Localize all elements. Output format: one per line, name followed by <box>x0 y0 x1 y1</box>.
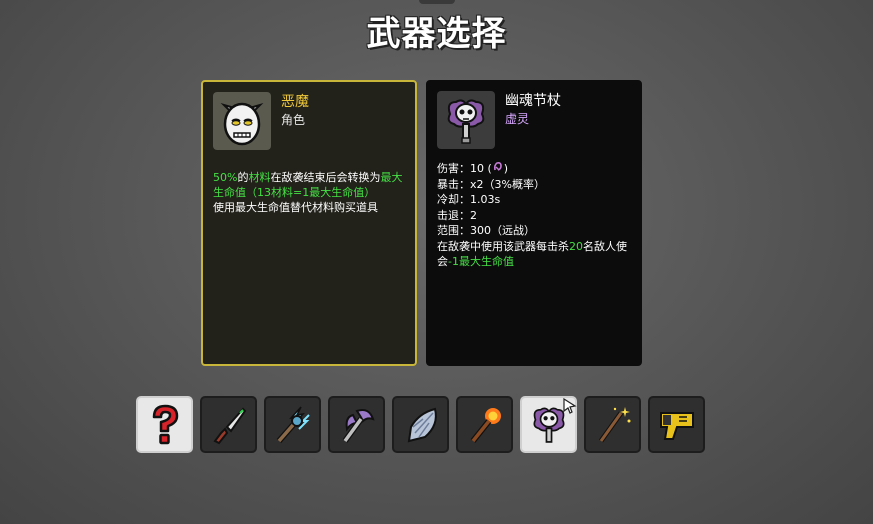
axe-icon <box>342 408 375 443</box>
taser-icon <box>659 411 694 440</box>
crystal-shard-icon <box>407 407 437 442</box>
weapon-slot-torch[interactable] <box>456 396 513 453</box>
knife-icon <box>212 407 246 444</box>
random-question-icon <box>152 404 178 444</box>
stat-value: x2（3%概率） <box>470 177 545 191</box>
weapon-card-header: 幽魂节杖 虚灵 <box>437 91 631 153</box>
stat-value: 2 <box>470 208 477 222</box>
effect-max-hp: -1最大生命值 <box>448 255 514 268</box>
weapon-slot-random[interactable] <box>136 396 193 453</box>
stat-value: 300（远战） <box>470 224 535 237</box>
stat-cooldown: 冷却： 1.03s <box>437 192 631 208</box>
stat-label: 击退： <box>437 208 470 222</box>
page-title: 武器选择 <box>366 14 507 54</box>
effect-text: 在敌袭中使用该武器每击杀 <box>437 239 569 253</box>
weapon-head-text: 幽魂节杖 虚灵 <box>505 91 561 128</box>
stat-label: 范围： <box>437 224 470 237</box>
demon-egg-icon <box>220 102 264 146</box>
stat-value: 10 ( <box>470 162 492 175</box>
desc-conversion-rate: （13材料=1最大生命值） <box>246 186 376 199</box>
weapon-slot-lightning-staff[interactable] <box>264 396 321 453</box>
scaling-stat-icon <box>493 161 503 177</box>
desc-materials: 材料 <box>248 171 271 184</box>
weapon-slot-axe[interactable] <box>328 396 385 453</box>
stat-value-close: ) <box>503 162 509 175</box>
weapon-slot-crystal[interactable] <box>392 396 449 453</box>
stat-crit: 暴击： x2（3%概率） <box>437 177 631 193</box>
mouse-cursor-icon <box>563 398 577 414</box>
character-card: 恶魔 角色 50%的材料在敌袭结束后会转换为最大生命值（13材料=1最大生命值）… <box>201 80 417 366</box>
lightning-staff-icon <box>276 405 310 443</box>
weapon-effect: 在敌袭中使用该武器每击杀20名敌人使会-1最大生命值 <box>437 239 631 270</box>
character-portrait <box>213 92 271 150</box>
desc-text: 在敌袭结束后会转换为 <box>270 171 381 184</box>
weapon-slot-knife[interactable] <box>200 396 257 453</box>
weapon-name: 幽魂节杖 <box>505 93 561 109</box>
stat-label: 冷却： <box>437 193 470 206</box>
character-description: 50%的材料在敌袭结束后会转换为最大生命值（13材料=1最大生命值） 使用最大生… <box>213 170 405 215</box>
weapon-slot-taser[interactable] <box>648 396 705 453</box>
stat-label: 伤害： <box>437 162 470 175</box>
stat-knockback: 击退： 2 <box>437 208 631 224</box>
torch-icon <box>470 407 501 443</box>
stat-value: 1.03s <box>470 193 501 206</box>
desc-text: 的 <box>237 171 249 184</box>
character-type: 角色 <box>281 113 306 127</box>
desc-text: 使用最大生命值替代材料购买道具 <box>213 201 378 214</box>
weapon-card: 幽魂节杖 虚灵 伤害： 10 ( ) 暴击： x2（3%概率） 冷却： 1.03… <box>426 80 642 366</box>
magic-wand-icon <box>598 406 630 442</box>
effect-kill-count: 20 <box>569 239 583 253</box>
stat-damage: 伤害： 10 ( ) <box>437 161 631 177</box>
character-card-header: 恶魔 角色 <box>213 92 405 154</box>
weapon-selection-tray <box>136 396 712 453</box>
top-notch <box>419 0 455 4</box>
weapon-slot-ghost-scepter[interactable] <box>520 396 577 453</box>
weapon-slot-magic-wand[interactable] <box>584 396 641 453</box>
stat-label: 暴击： <box>437 177 470 191</box>
weapon-class: 虚灵 <box>505 112 530 126</box>
stat-range: 范围： 300（远战） <box>437 223 631 239</box>
character-head-text: 恶魔 角色 <box>281 92 309 129</box>
desc-percent: 50% <box>213 171 238 184</box>
weapon-stats: 伤害： 10 ( ) 暴击： x2（3%概率） 冷却： 1.03s 击退： 2 … <box>437 161 631 270</box>
character-name: 恶魔 <box>281 94 309 110</box>
ghost-scepter-icon <box>447 99 485 144</box>
weapon-portrait <box>437 91 495 149</box>
